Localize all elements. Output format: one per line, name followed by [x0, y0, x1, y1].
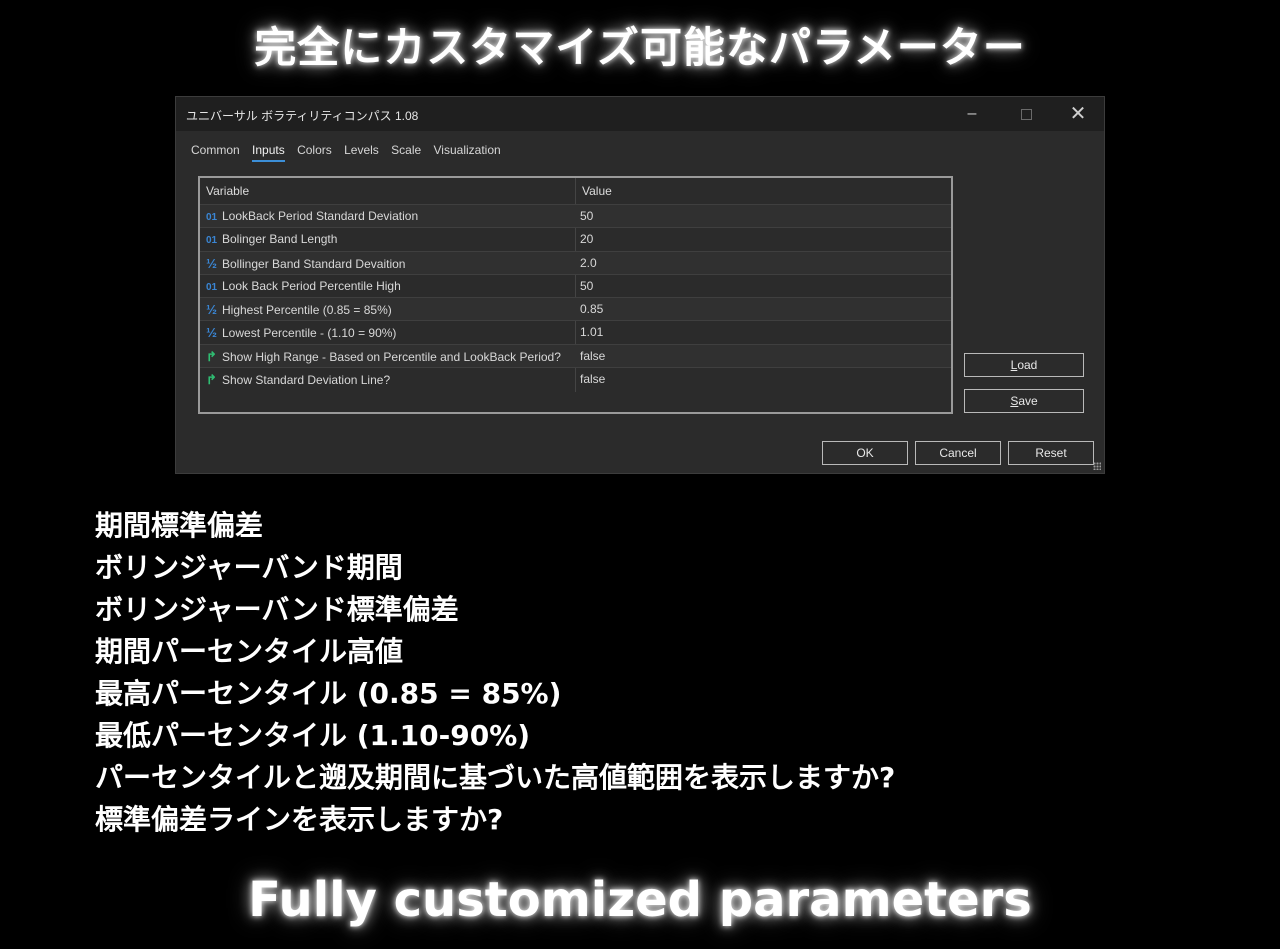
japanese-line: パーセンタイルと遡及期間に基づいた高値範囲を表示しますか?	[95, 761, 896, 794]
grid-row[interactable]: ↱ Show Standard Deviation Line? false	[200, 367, 951, 390]
variable-cell: ↱ Show Standard Deviation Line?	[204, 372, 390, 388]
value-column-header[interactable]: Value	[582, 184, 612, 198]
integer-icon: 01	[205, 235, 218, 247]
hero-title: 完全にカスタマイズ可能なパラメーター	[254, 23, 1026, 72]
variable-cell: ↱ Show High Range - Based on Percentile a…	[204, 349, 561, 365]
variable-cell: 01 Look Back Period Percentile High	[204, 279, 401, 293]
grid-rows: 01 LookBack Period Standard Deviation 50 01…	[200, 204, 951, 390]
grid-row[interactable]: 01 Bolinger Band Length 20	[200, 227, 951, 250]
load-button[interactable]: Load	[964, 353, 1084, 377]
japanese-line: ボリンジャーバンド標準偏差	[95, 593, 459, 626]
input-settings-dialog: ユニバーサル ボラティリティコンパス 1.08 – ✕ Common Input…	[175, 96, 1105, 474]
japanese-line: 期間パーセンタイル高値	[95, 635, 404, 668]
grid-row[interactable]: ↱ Show High Range - Based on Percentile a…	[200, 343, 951, 368]
variable-name: Show High Range - Based on Percentile an…	[222, 349, 561, 364]
value-cell[interactable]: 50	[580, 209, 593, 223]
tab-levels[interactable]: Levels	[344, 143, 379, 160]
value-cell[interactable]: 20	[580, 232, 593, 246]
inputs-grid: Variable Value 01 LookBack Period Standar…	[198, 176, 953, 414]
value-cell[interactable]: false	[580, 349, 605, 363]
variable-name: Look Back Period Percentile High	[222, 278, 401, 293]
variable-name: LookBack Period Standard Deviation	[222, 209, 419, 223]
grid-row[interactable]: ½ Lowest Percentile - (1.10 = 90%) 1.01	[200, 320, 951, 343]
variable-name: Bolinger Band Length	[222, 232, 338, 247]
integer-icon: 01	[205, 281, 218, 293]
double-icon: ½	[206, 302, 217, 318]
double-icon: ½	[206, 325, 217, 341]
grid-row[interactable]: 01 Look Back Period Percentile High 50	[200, 273, 951, 297]
variable-cell: 01 Bolinger Band Length	[204, 232, 338, 247]
value-cell[interactable]: 1.01	[580, 325, 603, 339]
grid-row[interactable]: ½ Highest Percentile (0.85 = 85%) 0.85	[200, 297, 951, 321]
variable-column-header[interactable]: Variable	[206, 184, 249, 198]
value-cell[interactable]: false	[580, 372, 605, 386]
variable-cell: 01 LookBack Period Standard Deviation	[204, 209, 418, 223]
japanese-line: 最高パーセンタイル (0.85 = 85%)	[95, 677, 562, 710]
cancel-button[interactable]: Cancel	[915, 441, 1001, 465]
minimize-icon[interactable]: –	[949, 101, 995, 127]
boolean-icon: ↱	[206, 348, 217, 364]
double-icon: ½	[206, 255, 217, 271]
save-button[interactable]: Save	[964, 389, 1084, 413]
tab-bar: Common Inputs Colors Levels Scale Visual…	[191, 143, 510, 163]
variable-cell: ½ Bollinger Band Standard Devaition	[204, 256, 405, 271]
japanese-line: ボリンジャーバンド期間	[95, 551, 403, 584]
variable-name: Highest Percentile (0.85 = 85%)	[222, 303, 392, 318]
variable-name: Bollinger Band Standard Devaition	[222, 256, 406, 271]
footer-title: Fully customized parameters	[248, 872, 1032, 928]
ok-button[interactable]: OK	[822, 441, 908, 465]
maximize-icon[interactable]	[1003, 101, 1049, 127]
variable-name: Show Standard Deviation Line?	[222, 373, 391, 388]
boolean-icon: ↱	[206, 372, 217, 388]
japanese-parameter-list: 期間標準偏差ボリンジャーバンド期間ボリンジャーバンド標準偏差 期間パーセンタイル高…	[95, 505, 895, 841]
variable-cell: ½ Highest Percentile (0.85 = 85%)	[204, 302, 392, 317]
japanese-line: 期間標準偏差	[95, 509, 264, 542]
variable-name: Lowest Percentile - (1.10 = 90%)	[222, 326, 397, 341]
grid-row[interactable]: 01 LookBack Period Standard Deviation 50	[200, 204, 951, 228]
japanese-line: 標準偏差ラインを表示しますか?	[95, 803, 504, 836]
integer-icon: 01	[205, 212, 218, 223]
value-cell[interactable]: 2.0	[580, 256, 597, 270]
tab-inputs[interactable]: Inputs	[252, 143, 285, 162]
value-cell[interactable]: 0.85	[580, 302, 603, 316]
resize-grip-icon[interactable]	[1093, 462, 1101, 470]
tab-common[interactable]: Common	[191, 143, 240, 160]
tab-scale[interactable]: Scale	[391, 143, 421, 160]
title-bar[interactable]: ユニバーサル ボラティリティコンパス 1.08 – ✕	[176, 97, 1104, 131]
window-title: ユニバーサル ボラティリティコンパス 1.08	[186, 109, 419, 123]
variable-cell: ½ Lowest Percentile - (1.10 = 90%)	[204, 325, 396, 340]
tab-colors[interactable]: Colors	[297, 143, 332, 160]
reset-button[interactable]: Reset	[1008, 441, 1094, 465]
grid-header: Variable Value	[200, 178, 951, 204]
value-cell[interactable]: 50	[580, 279, 593, 293]
grid-row[interactable]: ½ Bollinger Band Standard Devaition 2.0	[200, 250, 951, 274]
close-icon[interactable]: ✕	[1055, 101, 1101, 127]
japanese-line: 最低パーセンタイル (1.10-90%)	[95, 719, 531, 752]
tab-visualization[interactable]: Visualization	[434, 143, 501, 160]
